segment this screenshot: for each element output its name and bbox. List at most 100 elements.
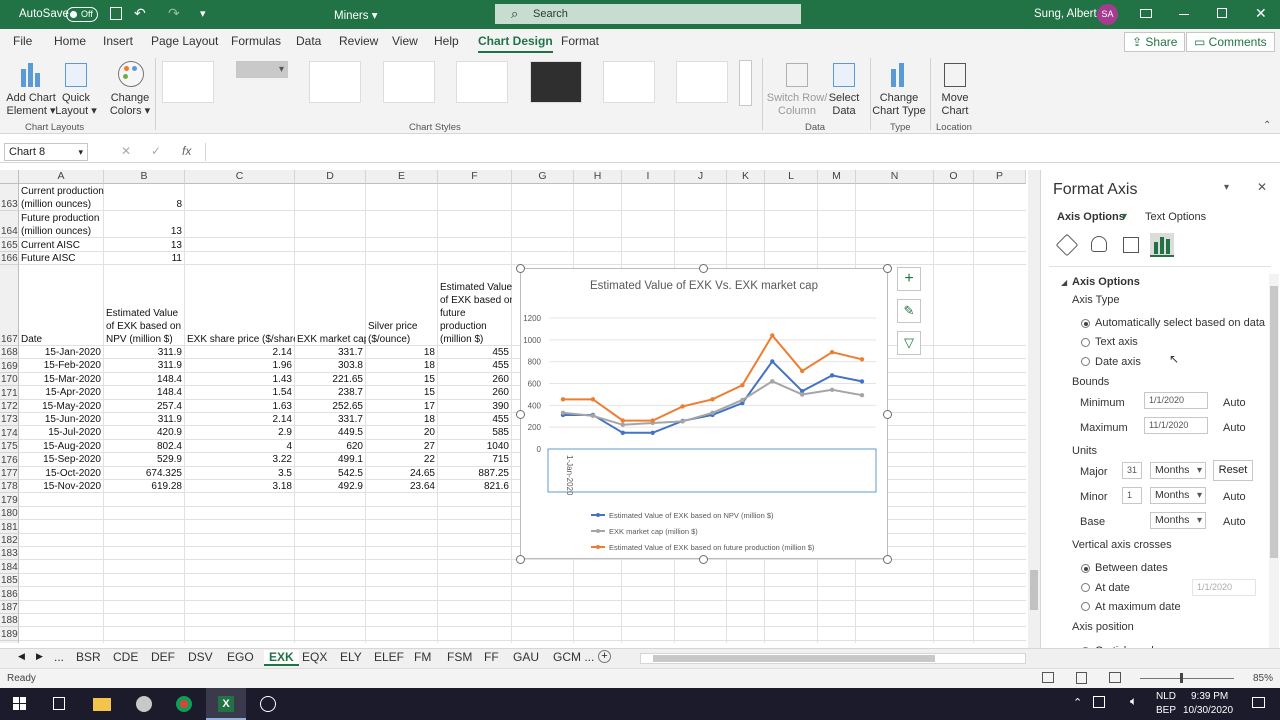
cancel-icon[interactable]: ✕	[121, 144, 131, 158]
row-value-cell[interactable]: 13	[104, 211, 185, 238]
radio-at-max-date-label[interactable]: At maximum date	[1095, 601, 1181, 613]
tab-axis-options[interactable]: Axis Options	[1057, 211, 1125, 223]
row-label-cell[interactable]: Future AISC	[19, 252, 104, 266]
tab-text-options[interactable]: Text Options	[1145, 211, 1206, 223]
row-header[interactable]: 177	[0, 466, 19, 480]
undo-icon[interactable]: ↶	[134, 5, 146, 22]
data-point[interactable]	[800, 392, 805, 397]
row-header[interactable]: 181	[0, 520, 19, 534]
market-cap-cell[interactable]: 238.7	[295, 386, 366, 399]
data-point[interactable]	[650, 418, 655, 423]
future-value-cell[interactable]: 1040	[438, 440, 512, 453]
resize-handle[interactable]	[883, 555, 892, 564]
move-chart-button[interactable]: Move Chart	[936, 59, 974, 118]
size-properties-icon[interactable]	[1123, 237, 1139, 253]
market-cap-cell[interactable]: 221.65	[295, 373, 366, 386]
market-cap-cell[interactable]: 449.5	[295, 426, 366, 439]
npv-value-cell[interactable]: 529.9	[104, 453, 185, 466]
row-header[interactable]: 173	[0, 413, 19, 427]
date-cell[interactable]: 15-May-2020	[19, 400, 104, 413]
switch-row-column-button[interactable]: Switch Row/ Column	[766, 59, 828, 118]
legend-label[interactable]: EXK market cap (million $)	[609, 527, 698, 536]
axis-options-tab-icon[interactable]	[1150, 233, 1174, 257]
future-value-cell[interactable]: 455	[438, 413, 512, 426]
row-header[interactable]: 167	[0, 265, 19, 346]
column-header-o[interactable]: O	[934, 170, 974, 184]
data-point[interactable]	[829, 349, 835, 355]
share-price-cell[interactable]: 2.14	[185, 346, 295, 359]
chart-styles-scroll[interactable]	[739, 60, 752, 106]
radio-text-axis[interactable]	[1081, 338, 1090, 347]
date-cell[interactable]: 15-Sep-2020	[19, 453, 104, 466]
silver-price-cell[interactable]: 20	[366, 426, 438, 439]
radio-at-date[interactable]	[1081, 583, 1090, 592]
sheet-tab-ely[interactable]: ELY	[340, 650, 362, 664]
row-value-cell[interactable]: 8	[104, 184, 185, 211]
minimum-input[interactable]: 1/1/2020	[1144, 392, 1208, 409]
data-point[interactable]	[859, 357, 865, 362]
save-icon[interactable]	[110, 7, 122, 20]
prev-sheet-icon[interactable]: ◀	[18, 651, 25, 662]
base-auto[interactable]: Auto	[1223, 516, 1246, 528]
row-header[interactable]: 184	[0, 560, 19, 574]
clock-date[interactable]: 10/30/2020	[1183, 705, 1233, 716]
row-header[interactable]: 169	[0, 359, 19, 373]
column-header-n[interactable]: N	[856, 170, 934, 184]
close-icon[interactable]: ✕	[1255, 5, 1267, 22]
pane-scrollbar[interactable]	[1269, 274, 1279, 648]
change-chart-type-button[interactable]: Change Chart Type	[872, 59, 926, 118]
radio-at-max-date[interactable]	[1081, 602, 1090, 611]
share-price-cell[interactable]: 1.43	[185, 373, 295, 386]
row-header[interactable]: 170	[0, 372, 19, 387]
column-header-j[interactable]: J	[675, 170, 727, 184]
tab-page-layout[interactable]: Page Layout	[151, 34, 218, 48]
row-header[interactable]: 165	[0, 238, 19, 252]
zoom-slider[interactable]	[1140, 678, 1234, 679]
sheet-tab-dsv[interactable]: DSV	[188, 650, 213, 664]
column-header-a[interactable]: A	[19, 170, 104, 184]
column-header-i[interactable]: I	[622, 170, 675, 184]
column-header-b[interactable]: B	[104, 170, 185, 184]
sheet-tab-ff[interactable]: FF	[484, 650, 499, 664]
chart-style-7[interactable]	[603, 61, 655, 103]
legend-label[interactable]: Estimated Value of EXK based on NPV (mil…	[609, 511, 774, 520]
tab-data[interactable]: Data	[296, 34, 321, 48]
change-colors-button[interactable]: Change Colors ▾	[109, 59, 151, 118]
row-header[interactable]: 174	[0, 426, 19, 440]
future-value-cell[interactable]: 455	[438, 359, 512, 372]
npv-value-cell[interactable]: 619.28	[104, 480, 185, 493]
row-header[interactable]: 186	[0, 587, 19, 601]
chart-style-1[interactable]	[162, 61, 214, 103]
app-icon[interactable]	[124, 688, 164, 720]
series-line-1[interactable]	[563, 359, 863, 434]
data-point[interactable]	[859, 392, 865, 398]
row-header[interactable]: 164	[0, 211, 19, 238]
future-value-cell[interactable]: 260	[438, 386, 512, 399]
chart-style-8[interactable]	[676, 61, 728, 103]
tab-help[interactable]: Help	[434, 34, 459, 48]
select-data-button[interactable]: Select Data	[825, 59, 863, 118]
resize-handle[interactable]	[516, 264, 525, 273]
formula-input[interactable]	[205, 143, 1273, 161]
add-sheet-icon[interactable]: +	[598, 650, 611, 663]
tab-insert[interactable]: Insert	[103, 34, 133, 48]
share-price-cell[interactable]: 4	[185, 440, 295, 453]
chart[interactable]: Estimated Value of EXK Vs. EXK market ca…	[520, 268, 888, 559]
date-cell[interactable]: 15-Nov-2020	[19, 480, 104, 493]
at-date-input[interactable]: 1/1/2020	[1192, 579, 1256, 596]
base-unit-select[interactable]: Months	[1150, 512, 1206, 529]
date-cell[interactable]: 15-Apr-2020	[19, 386, 104, 399]
search-box[interactable]: ⌕ Search	[495, 4, 801, 24]
series-line-3[interactable]	[563, 333, 863, 422]
resize-handle[interactable]	[699, 264, 708, 273]
language-bottom[interactable]: BEP	[1156, 705, 1176, 716]
sheet-tab-def[interactable]: DEF	[151, 650, 175, 664]
sheet-tab-cde[interactable]: CDE	[113, 650, 138, 664]
radio-auto-axis[interactable]	[1081, 319, 1090, 328]
column-header-l[interactable]: L	[765, 170, 818, 184]
future-value-cell[interactable]: 715	[438, 453, 512, 466]
future-value-cell[interactable]: 260	[438, 373, 512, 386]
tab-formulas[interactable]: Formulas	[231, 34, 281, 48]
pane-options-icon[interactable]: ▾	[1224, 182, 1229, 193]
npv-value-cell[interactable]: 311.9	[104, 346, 185, 359]
